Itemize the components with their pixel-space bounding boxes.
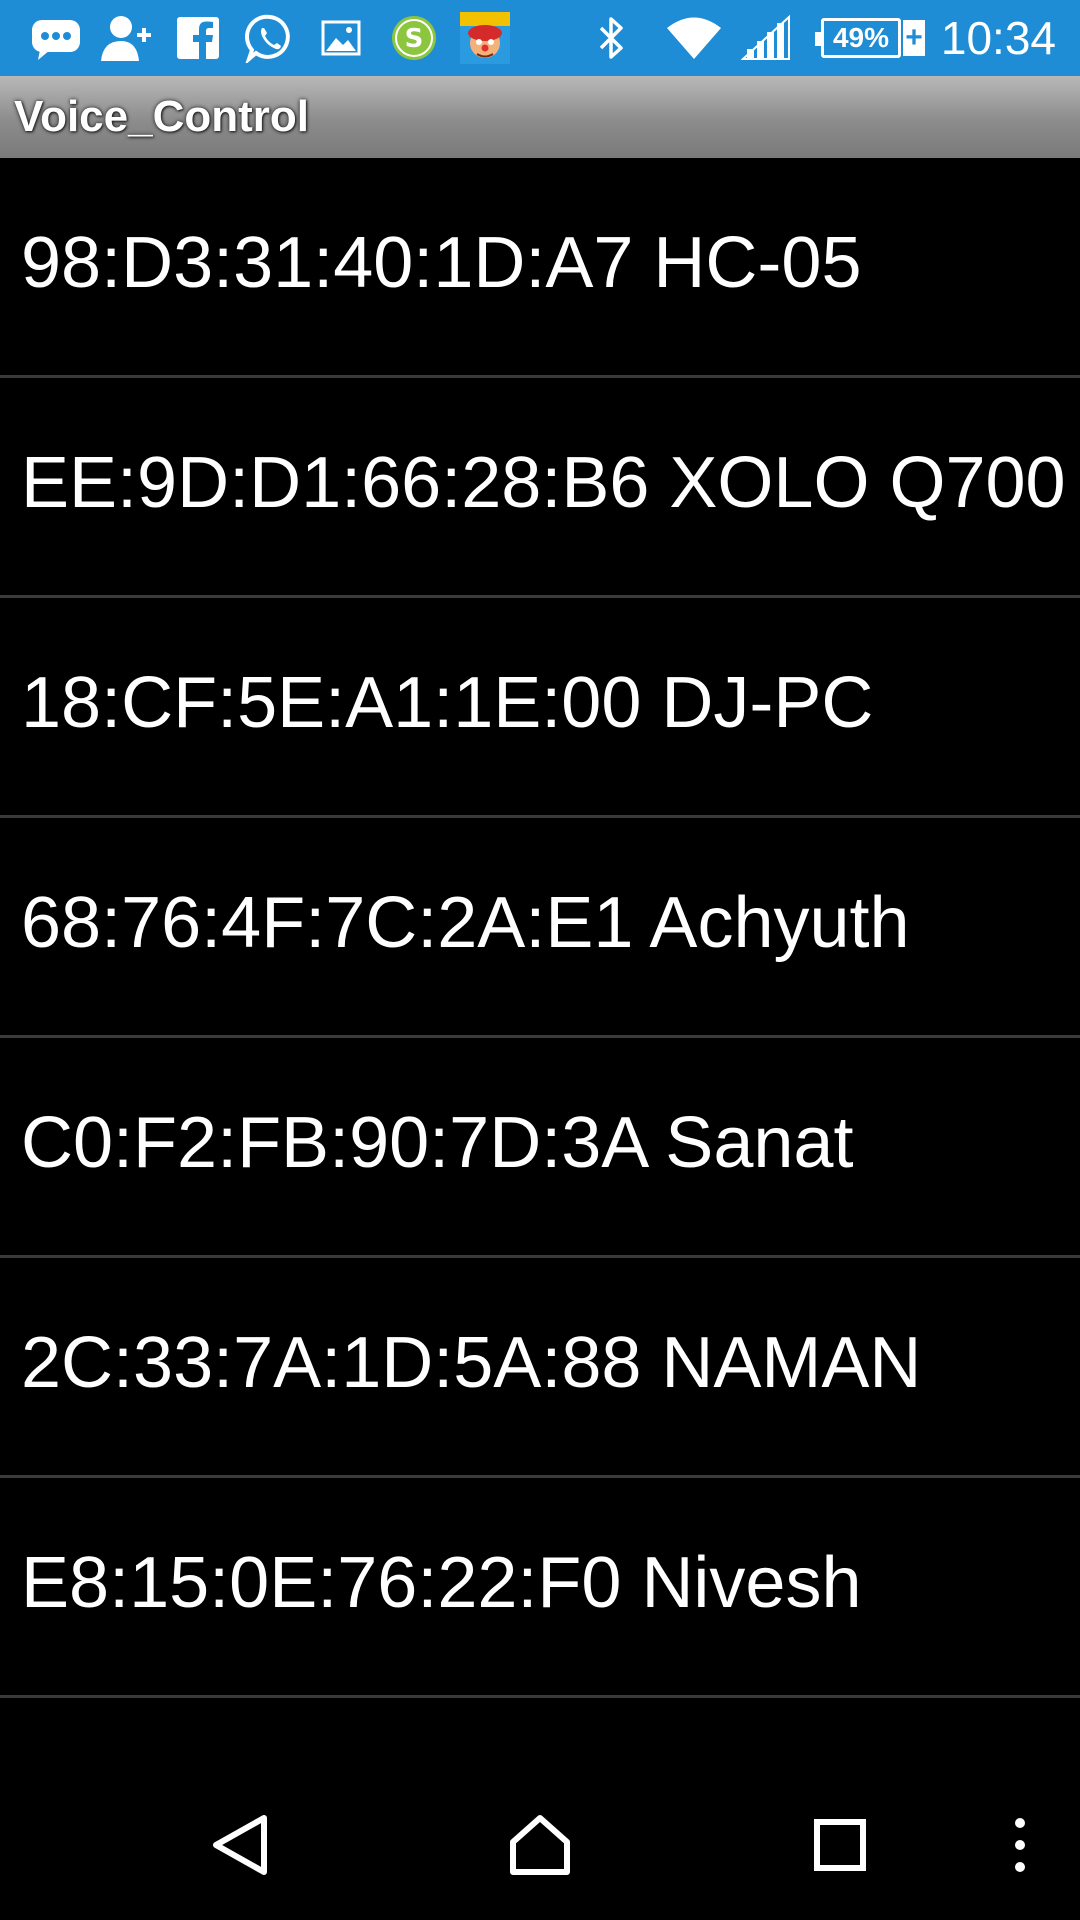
whatsapp-icon: [242, 10, 298, 66]
device-label: 68:76:4F:7C:2A:E1 Achyuth: [21, 883, 910, 963]
signal-icon: [738, 10, 794, 66]
list-item[interactable]: 68:76:4F:7C:2A:E1 Achyuth: [0, 818, 1080, 1038]
device-label: 98:D3:31:40:1D:A7 HC-05: [21, 223, 862, 303]
clock: 10:34: [940, 12, 1056, 64]
list-item-partial[interactable]: [0, 1698, 1080, 1770]
title-bar: Voice_Control: [0, 76, 1080, 158]
navigation-bar: [0, 1770, 1080, 1920]
s-app-icon: S: [388, 10, 440, 66]
app-title: Voice_Control: [14, 92, 310, 141]
home-icon[interactable]: [490, 1770, 590, 1920]
messenger-icon: [28, 10, 84, 66]
battery-percent: 49%: [832, 22, 890, 53]
game-app-icon: [458, 10, 512, 66]
device-label: C0:F2:FB:90:7D:3A Sanat: [21, 1103, 854, 1183]
screen: S 49% + 10:34 Voice_Control 98:D3:31:40:…: [0, 0, 1080, 1920]
overflow-menu-icon[interactable]: [996, 1770, 1044, 1920]
charging-plus-icon: +: [903, 20, 925, 56]
list-item[interactable]: 18:CF:5E:A1:1E:00 DJ-PC: [0, 598, 1080, 818]
gallery-icon: [318, 10, 364, 66]
device-label: 2C:33:7A:1D:5A:88 NAMAN: [21, 1323, 922, 1403]
device-label: E8:15:0E:76:22:F0 Nivesh: [21, 1543, 862, 1623]
device-list[interactable]: 98:D3:31:40:1D:A7 HC-05 EE:9D:D1:66:28:B…: [0, 158, 1080, 1770]
svg-text:S: S: [405, 24, 424, 54]
list-item[interactable]: C0:F2:FB:90:7D:3A Sanat: [0, 1038, 1080, 1258]
status-bar: S 49% + 10:34: [0, 0, 1080, 76]
list-item[interactable]: 2C:33:7A:1D:5A:88 NAMAN: [0, 1258, 1080, 1478]
device-label: 18:CF:5E:A1:1E:00 DJ-PC: [21, 663, 874, 743]
bluetooth-icon: [590, 10, 634, 66]
wifi-icon: [664, 10, 724, 66]
device-label: EE:9D:D1:66:28:B6 XOLO Q700: [21, 443, 1066, 523]
list-item[interactable]: EE:9D:D1:66:28:B6 XOLO Q700: [0, 378, 1080, 598]
back-icon[interactable]: [190, 1770, 290, 1920]
recents-icon[interactable]: [790, 1770, 890, 1920]
add-contact-icon: [98, 10, 154, 66]
facebook-icon: [172, 10, 224, 66]
battery-icon: 49% +: [812, 10, 928, 66]
list-item[interactable]: 98:D3:31:40:1D:A7 HC-05: [0, 158, 1080, 378]
list-item[interactable]: E8:15:0E:76:22:F0 Nivesh: [0, 1478, 1080, 1698]
